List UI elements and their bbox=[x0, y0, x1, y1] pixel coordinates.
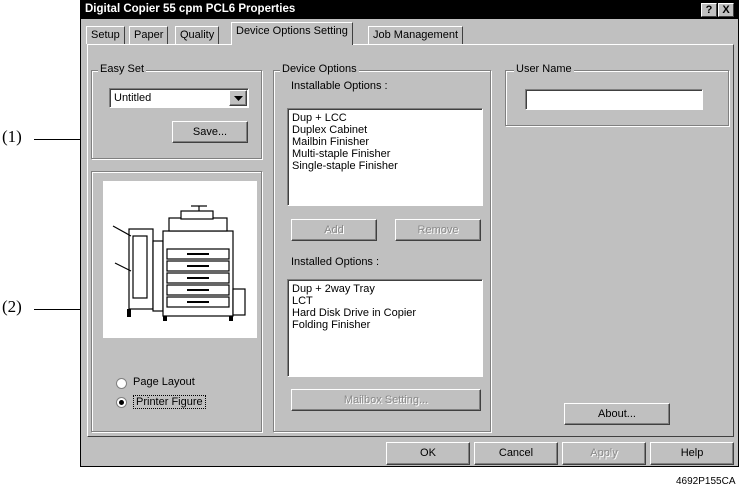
tab-panel: Easy Set Untitled Save... Page Layout Pr… bbox=[87, 44, 734, 437]
list-item[interactable]: Folding Finisher bbox=[292, 319, 370, 331]
list-item[interactable]: Multi-staple Finisher bbox=[292, 148, 390, 160]
figure-code: 4692P155CA bbox=[676, 476, 736, 487]
list-item[interactable]: Dup + 2way Tray bbox=[292, 283, 375, 295]
callout-2: (2) bbox=[2, 297, 22, 316]
list-item[interactable]: Dup + LCC bbox=[292, 112, 347, 124]
remove-button[interactable]: Remove bbox=[395, 219, 481, 241]
user-name-label: User Name bbox=[514, 63, 574, 75]
tab-paper[interactable]: Paper bbox=[129, 26, 169, 44]
cancel-button[interactable]: Cancel bbox=[474, 442, 558, 465]
easy-set-dropdown[interactable]: Untitled bbox=[109, 88, 249, 108]
tab-setup[interactable]: Setup bbox=[86, 26, 125, 44]
installable-options-list[interactable]: Dup + LCC Duplex Cabinet Mailbin Finishe… bbox=[287, 108, 483, 206]
device-options-label: Device Options bbox=[280, 63, 359, 75]
printer-figure-radio[interactable] bbox=[116, 397, 127, 408]
save-button[interactable]: Save... bbox=[172, 121, 248, 143]
list-item[interactable]: Mailbin Finisher bbox=[292, 136, 369, 148]
mailbox-setting-button[interactable]: Mailbox Setting... bbox=[291, 389, 481, 411]
installed-options-label: Installed Options : bbox=[291, 256, 380, 268]
list-item[interactable]: LCT bbox=[292, 295, 313, 307]
easy-set-group bbox=[91, 70, 262, 159]
tab-job-management[interactable]: Job Management bbox=[368, 26, 463, 44]
tab-quality[interactable]: Quality bbox=[175, 26, 220, 44]
easy-set-label: Easy Set bbox=[98, 63, 147, 75]
close-button[interactable]: X bbox=[718, 3, 734, 17]
easy-set-value: Untitled bbox=[114, 92, 152, 104]
callout-1: (1) bbox=[2, 127, 22, 146]
chevron-down-icon[interactable] bbox=[229, 90, 247, 106]
help-footer-button[interactable]: Help bbox=[650, 442, 734, 465]
tab-device-options-setting[interactable]: Device Options Setting bbox=[231, 22, 353, 45]
installed-options-list[interactable]: Dup + 2way Tray LCT Hard Disk Drive in C… bbox=[287, 279, 483, 377]
printer-figure bbox=[103, 181, 257, 338]
list-item[interactable]: Single-staple Finisher bbox=[292, 160, 398, 172]
title-bar: Digital Copier 55 cpm PCL6 Properties bbox=[81, 1, 738, 19]
list-item[interactable]: Duplex Cabinet bbox=[292, 124, 367, 136]
help-button[interactable]: ? bbox=[701, 3, 717, 17]
copier-illustration-icon bbox=[112, 205, 246, 321]
apply-button[interactable]: Apply bbox=[562, 442, 646, 465]
ok-button[interactable]: OK bbox=[386, 442, 470, 465]
add-button[interactable]: Add bbox=[291, 219, 377, 241]
about-button[interactable]: About... bbox=[564, 403, 670, 425]
list-item[interactable]: Hard Disk Drive in Copier bbox=[292, 307, 416, 319]
radio-selected-dot bbox=[119, 400, 124, 405]
user-name-input[interactable] bbox=[525, 89, 703, 110]
page-layout-radio[interactable] bbox=[116, 378, 127, 389]
properties-dialog: Digital Copier 55 cpm PCL6 Properties ? … bbox=[80, 0, 739, 467]
window-title: Digital Copier 55 cpm PCL6 Properties bbox=[85, 3, 296, 15]
page-layout-label[interactable]: Page Layout bbox=[133, 376, 195, 388]
installable-options-label: Installable Options : bbox=[291, 80, 388, 92]
printer-figure-label[interactable]: Printer Figure bbox=[133, 395, 206, 409]
